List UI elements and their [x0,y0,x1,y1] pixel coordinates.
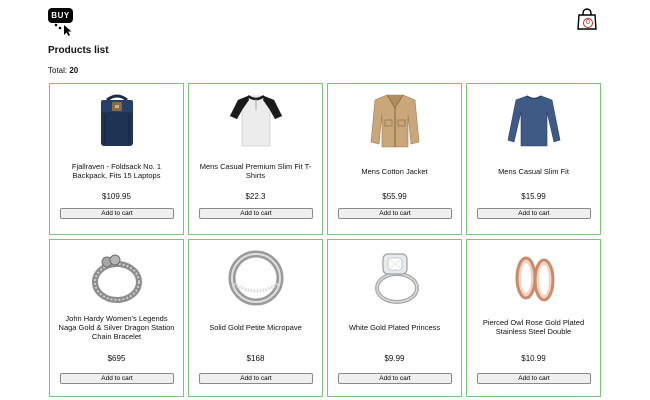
total-value: 20 [69,66,79,75]
add-to-cart-button[interactable]: Add to cart [338,208,452,219]
product-price: $168 [246,354,265,363]
total-count: Total: 20 [48,66,78,75]
product-image-rose-gold-plugs [467,248,600,308]
product-card: Solid Gold Petite Micropave $168 Add to … [188,239,323,397]
product-card: Mens Casual Slim Fit $15.99 Add to cart [466,83,601,235]
product-grid: Fjallraven - Foldsack No. 1 Backpack, Fi… [49,83,601,397]
product-card: Fjallraven - Foldsack No. 1 Backpack, Fi… [49,83,184,235]
cursor-icon [54,23,72,36]
product-price: $695 [107,354,126,363]
add-to-cart-button[interactable]: Add to cart [60,373,174,384]
add-to-cart-button[interactable]: Add to cart [199,208,313,219]
product-card: White Gold Plated Princess $9.99 Add to … [327,239,462,397]
add-to-cart-button[interactable]: Add to cart [60,208,174,219]
product-image-chain-bracelet [50,248,183,308]
cart-count-badge: 0 [583,18,593,28]
page-title: Products list [48,45,109,56]
product-name: Solid Gold Petite Micropave [209,322,302,332]
product-card: Mens Cotton Jacket $55.99 Add to cart [327,83,462,235]
product-card: John Hardy Women's Legends Naga Gold & S… [49,239,184,397]
product-name: Mens Cotton Jacket [361,166,428,176]
cart-button[interactable]: 0 [576,8,598,30]
add-to-cart-button[interactable]: Add to cart [338,373,452,384]
product-price: $109.95 [102,192,131,201]
product-card: Pierced Owl Rose Gold Plated Stainless S… [466,239,601,397]
product-price: $15.99 [521,192,546,201]
buy-logo[interactable]: BUY [48,8,76,36]
add-to-cart-button[interactable]: Add to cart [477,373,591,384]
total-label: Total: [48,66,68,75]
product-name: John Hardy Women's Legends Naga Gold & S… [58,313,175,341]
product-image-jacket [328,90,461,150]
product-name: White Gold Plated Princess [348,322,441,332]
add-to-cart-button[interactable]: Add to cart [477,208,591,219]
product-price: $22.3 [245,192,266,201]
product-name: Fjallraven - Foldsack No. 1 Backpack, Fi… [71,162,162,180]
product-image-silver-ring [189,248,322,308]
product-name: Mens Casual Premium Slim Fit T-Shirts [199,162,312,180]
product-card: Mens Casual Premium Slim Fit T-Shirts $2… [188,83,323,235]
add-to-cart-button[interactable]: Add to cart [199,373,313,384]
product-image-backpack [50,90,183,150]
product-price: $10.99 [521,354,546,363]
product-image-long-sleeve-shirt [467,90,600,150]
product-name: Mens Casual Slim Fit [498,166,569,176]
product-image-raglan-tshirt [189,90,322,150]
product-price: $9.99 [384,354,405,363]
product-price: $55.99 [382,192,407,201]
product-name: Pierced Owl Rose Gold Plated Stainless S… [482,318,585,336]
product-image-diamond-ring [328,248,461,308]
buy-logo-badge: BUY [48,8,73,23]
